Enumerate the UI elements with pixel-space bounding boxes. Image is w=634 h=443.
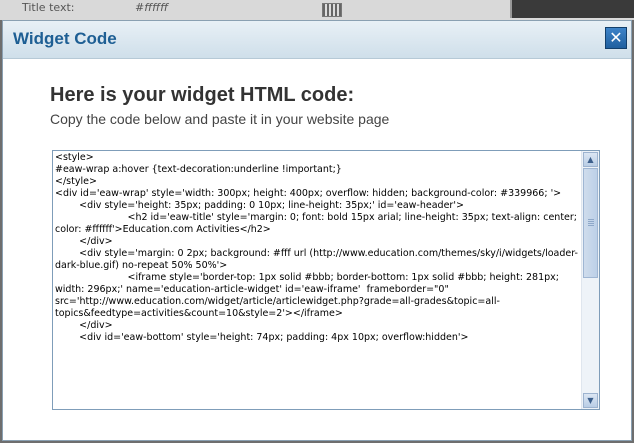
scrollbar-thumb[interactable] [583,168,598,278]
widget-code-textarea[interactable]: <style> #eaw-wrap a:hover {text-decorati… [52,150,600,410]
widget-code-dialog: Widget Code ✕ Here is your widget HTML c… [2,20,632,441]
background-page-strip: Title text: #ffffff [0,0,634,20]
background-dark-panel [510,0,634,18]
dialog-content: Here is your widget HTML code: Copy the … [3,59,631,440]
scrollbar-grip-icon [588,219,594,226]
background-title-text-label: Title text: [22,1,75,14]
color-picker-icon [322,3,342,17]
dialog-title: Widget Code [13,29,117,48]
widget-code-text[interactable]: <style> #eaw-wrap a:hover {text-decorati… [55,152,578,344]
dialog-titlebar: Widget Code ✕ [3,21,631,59]
background-title-text-value: #ffffff [135,1,169,14]
scroll-down-arrow-icon[interactable]: ▼ [583,393,598,408]
close-icon: ✕ [609,28,623,47]
code-heading: Here is your widget HTML code: [50,84,355,106]
close-button[interactable]: ✕ [605,27,627,49]
code-instructions: Copy the code below and paste it in your… [50,111,390,127]
scroll-up-arrow-icon[interactable]: ▲ [583,152,598,167]
code-scrollbar[interactable]: ▲ ▼ [581,151,599,409]
